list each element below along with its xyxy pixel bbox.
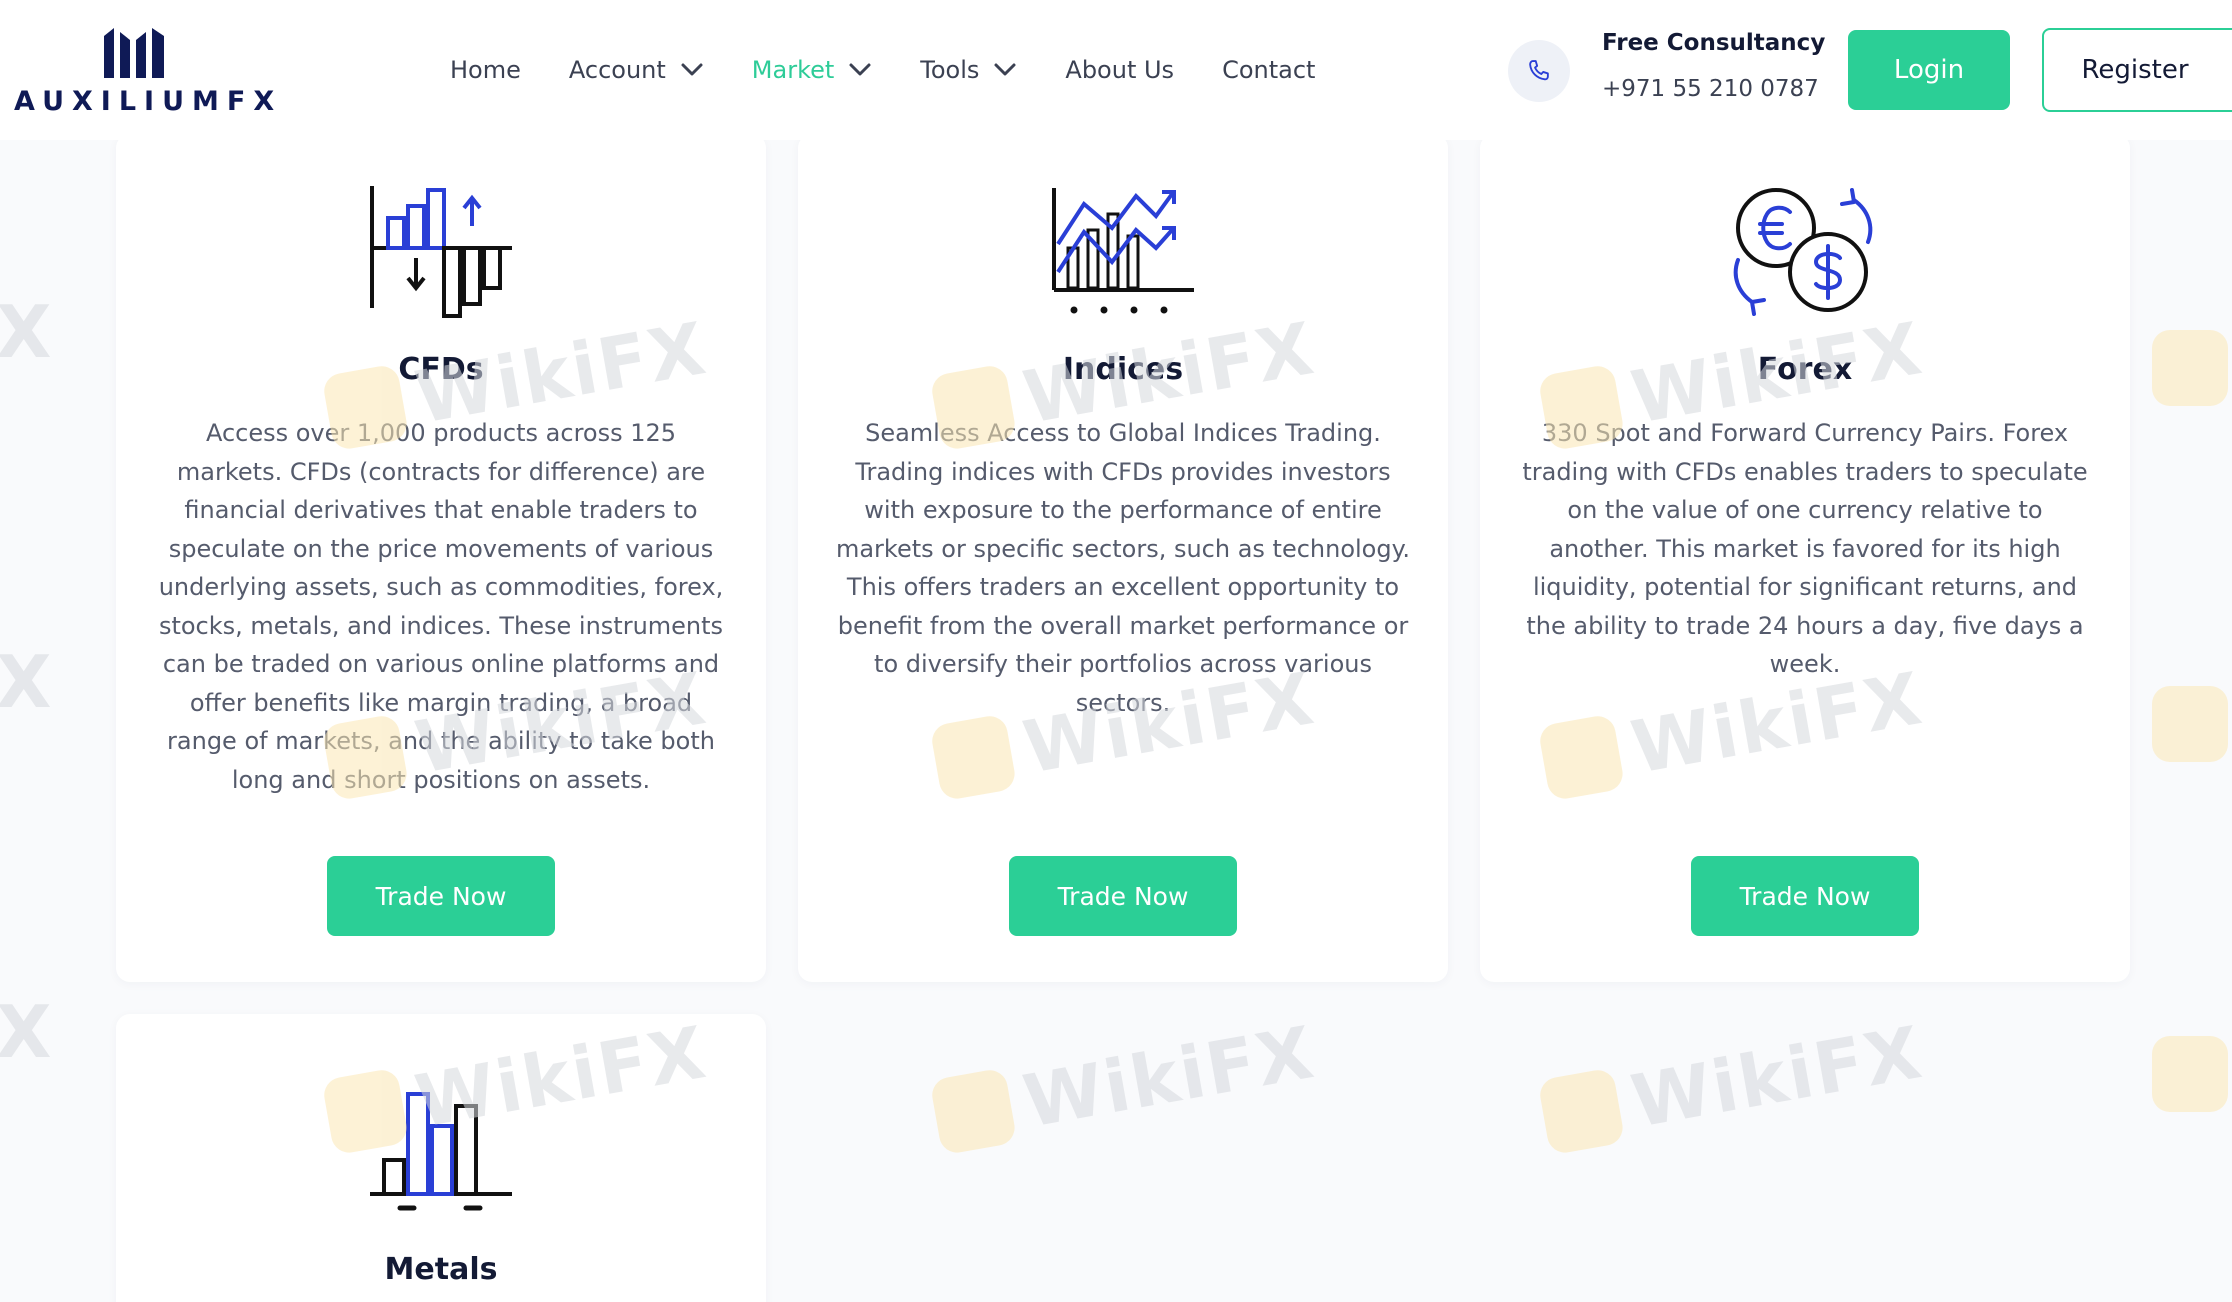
chevron-down-icon xyxy=(681,63,703,76)
market-card-title: CFDs xyxy=(398,352,484,387)
watermark-text: WikiFX xyxy=(1017,1010,1321,1144)
nav-item-about-us[interactable]: About Us xyxy=(1065,56,1174,84)
phone-button[interactable] xyxy=(1508,40,1570,102)
nav-item-label: Contact xyxy=(1222,56,1316,84)
watermark-edge-text: X xyxy=(0,640,52,724)
watermark-logo-icon xyxy=(2152,330,2228,406)
register-button[interactable]: Register xyxy=(2042,28,2232,112)
watermark-logo-icon xyxy=(2152,686,2228,762)
wikifx-watermark: WikiFX xyxy=(929,1010,1321,1159)
watermark-text: WikiFX xyxy=(1625,1010,1929,1144)
watermark-edge-text: X xyxy=(0,990,52,1074)
cfd-bar-chart-icon xyxy=(370,186,512,318)
market-card-metals: Metals xyxy=(116,1014,766,1302)
market-card-title: Metals xyxy=(384,1252,498,1287)
indices-line-chart-icon xyxy=(1052,188,1194,314)
chevron-down-icon xyxy=(994,63,1016,76)
market-card-forex: Forex 330 Spot and Forward Currency Pair… xyxy=(1480,134,2130,982)
market-page: AUXILIUMFX Home Account Market Tools Abo… xyxy=(0,0,2232,1302)
market-card-description: 330 Spot and Forward Currency Pairs. For… xyxy=(1522,419,2088,678)
trade-now-button[interactable]: Trade Now xyxy=(1009,856,1237,936)
market-card-title: Indices xyxy=(1062,352,1184,387)
nav-item-market[interactable]: Market xyxy=(752,56,873,84)
metals-bar-chart-icon xyxy=(370,1092,512,1211)
brand-logo[interactable]: AUXILIUMFX xyxy=(14,22,283,122)
site-header: AUXILIUMFX Home Account Market Tools Abo… xyxy=(0,0,2232,140)
wikifx-watermark: WikiFX xyxy=(1537,1010,1929,1159)
market-card-title: Forex xyxy=(1757,352,1853,387)
main-nav: Home Account Market Tools About Us Conta… xyxy=(450,50,1363,90)
watermark-logo-icon xyxy=(1537,1067,1626,1156)
brand-name: AUXILIUMFX xyxy=(14,86,283,117)
trade-now-button[interactable]: Trade Now xyxy=(327,856,555,936)
nav-item-account[interactable]: Account xyxy=(569,56,704,84)
market-card-indices: Indices Seamless Access to Global Indice… xyxy=(798,134,1448,982)
nav-item-contact[interactable]: Contact xyxy=(1222,56,1315,84)
nav-item-tools[interactable]: Tools xyxy=(920,56,1017,84)
phone-icon xyxy=(1529,60,1549,81)
market-card-cfds: CFDs Access over 1,000 products across 1… xyxy=(116,134,766,982)
nav-item-label: Tools xyxy=(920,56,980,84)
nav-item-label: Market xyxy=(751,56,835,84)
watermark-edge-text: X xyxy=(0,290,52,374)
login-button[interactable]: Login xyxy=(1848,30,2010,110)
market-card-description: Access over 1,000 products across 125 ma… xyxy=(158,419,724,794)
nav-item-label: Account xyxy=(568,56,666,84)
chevron-down-icon xyxy=(849,63,871,76)
nav-item-label: Home xyxy=(450,56,521,84)
nav-item-label: About Us xyxy=(1065,56,1175,84)
logo-mark-icon xyxy=(104,28,164,78)
watermark-logo-icon xyxy=(929,1067,1018,1156)
nav-item-home[interactable]: Home xyxy=(450,56,521,84)
trade-now-button[interactable]: Trade Now xyxy=(1691,856,1919,936)
currency-exchange-icon xyxy=(1733,188,1873,316)
market-card-description: Seamless Access to Global Indices Tradin… xyxy=(835,419,1411,717)
consultancy-title: Free Consultancy xyxy=(1602,30,1826,56)
consultancy-phone-link[interactable]: +971 55 210 0787 xyxy=(1602,76,1819,102)
watermark-logo-icon xyxy=(2152,1036,2228,1112)
